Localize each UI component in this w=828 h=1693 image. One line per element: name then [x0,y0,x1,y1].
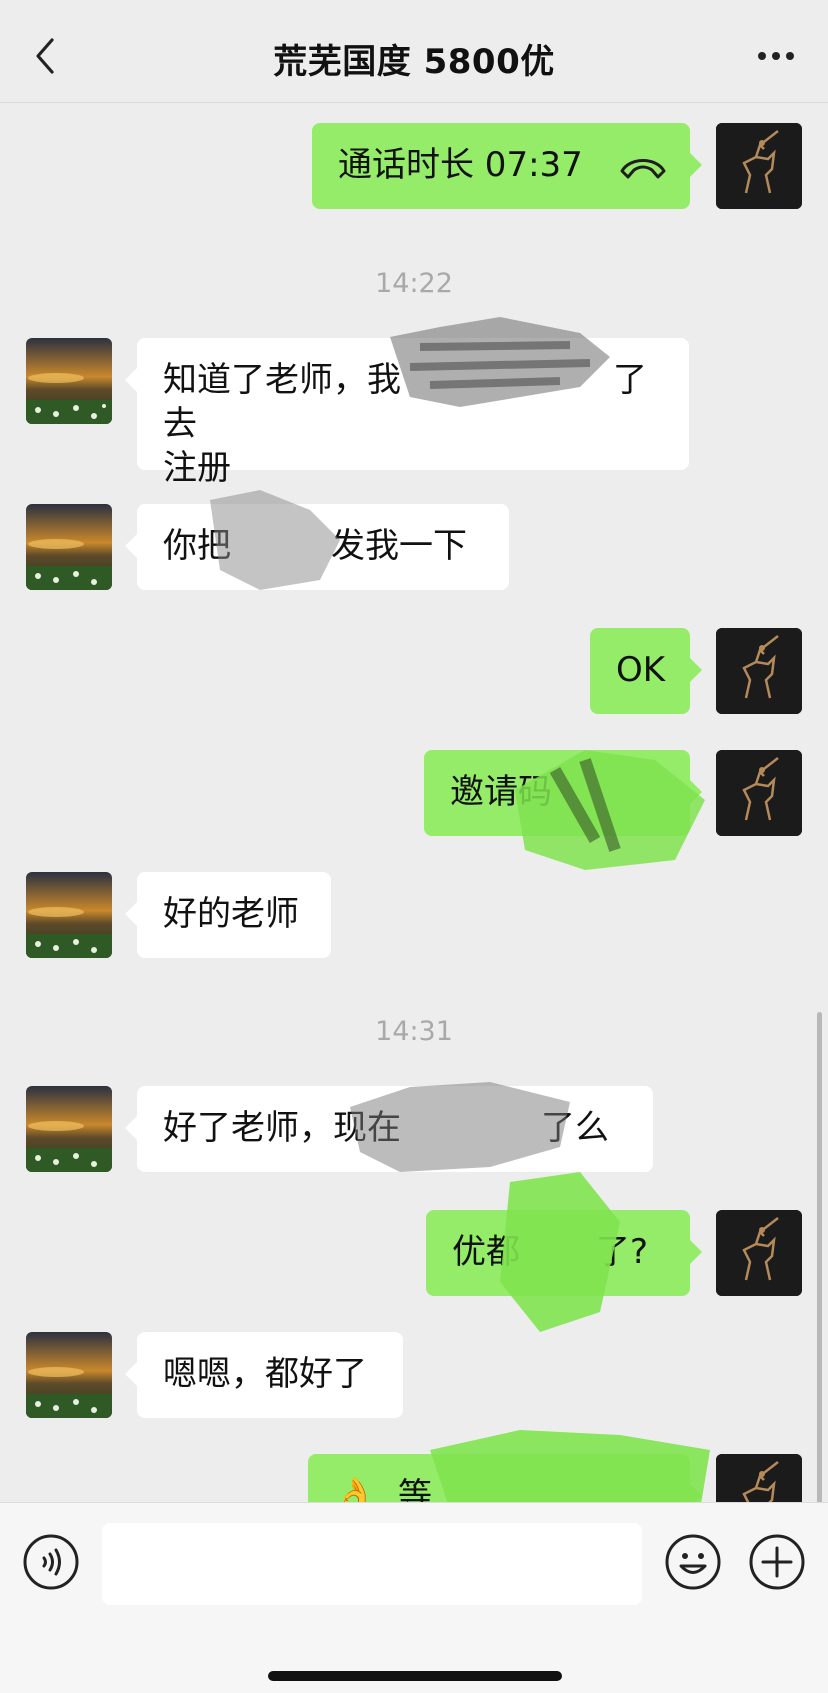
contact-avatar[interactable] [26,1086,112,1172]
sunset-landscape-image [26,872,112,958]
polo-horse-logo-image [716,123,802,209]
timestamp: 14:31 [375,1016,453,1047]
message-bubble[interactable]: 好了老师，现在 了么 [125,1086,653,1172]
polo-horse-logo-image [716,1454,802,1502]
ok-hand-icon: 👌 [334,1476,377,1502]
contact-avatar[interactable] [26,1332,112,1418]
my-avatar[interactable] [716,1454,802,1502]
more-options-icon[interactable] [754,36,798,76]
sunset-landscape-image [26,1332,112,1418]
message-text-line1: 知道了老师，我 [163,360,401,400]
my-avatar[interactable] [716,123,802,209]
phone-hangup-icon [620,159,666,179]
timestamp: 14:22 [375,268,453,299]
sunset-landscape-image [26,504,112,590]
message-text: OK [616,650,666,690]
message-input[interactable] [102,1523,642,1605]
polo-horse-logo-image [716,750,802,836]
my-avatar[interactable] [716,750,802,836]
chat-title: 荒芜国度 5800优 [273,42,555,82]
contact-avatar[interactable] [26,338,112,424]
my-avatar[interactable] [716,1210,802,1296]
input-bar [0,1502,828,1693]
chat-header: 荒芜国度 5800优 [0,0,828,103]
sunset-landscape-image [26,338,112,424]
message-text: 好的老师 [163,894,299,934]
message-bubble-call-duration[interactable]: 通话时长 07:37 [312,123,702,209]
polo-horse-logo-image [716,628,802,714]
contact-avatar[interactable] [26,872,112,958]
message-text-tail: 了么 [541,1108,609,1148]
message-text: 等 [398,1476,432,1502]
message-bubble[interactable]: 你把 发我一下 [125,504,509,590]
message-text-tail: 发我一下 [331,526,467,566]
message-list[interactable]: 通话时长 07:37 14:22 知道了老师，我 了去 注册 你把 发我一下 O… [0,102,828,1502]
message-text: 优都 [452,1232,520,1272]
my-avatar[interactable] [716,628,802,714]
message-text: 好了老师，现在 [163,1108,401,1148]
contact-avatar[interactable] [26,504,112,590]
message-text: 你把 [163,526,231,566]
message-bubble[interactable]: 👌 等 [308,1454,702,1502]
message-bubble[interactable]: 优都 了? [426,1210,702,1296]
voice-input-icon[interactable] [22,1533,80,1591]
scrollbar[interactable] [817,1012,822,1502]
message-bubble-invite-code[interactable]: 邀请码 [424,750,702,836]
message-bubble[interactable]: 嗯嗯，都好了 [125,1332,403,1418]
message-text-line2: 注册 [163,448,231,488]
message-bubble[interactable]: 知道了老师，我 了去 注册 [125,338,689,488]
emoji-icon[interactable] [664,1533,722,1591]
polo-horse-logo-image [716,1210,802,1296]
message-text-tail: 了? [596,1232,649,1272]
message-text: 邀请码 [450,772,552,812]
message-text: 通话时长 07:37 [338,145,583,185]
plus-icon[interactable] [748,1533,806,1591]
home-indicator[interactable] [268,1671,562,1681]
message-bubble[interactable]: 好的老师 [125,872,331,958]
message-bubble-ok[interactable]: OK [590,628,702,714]
message-text: 嗯嗯，都好了 [163,1354,367,1394]
sunset-landscape-image [26,1086,112,1172]
